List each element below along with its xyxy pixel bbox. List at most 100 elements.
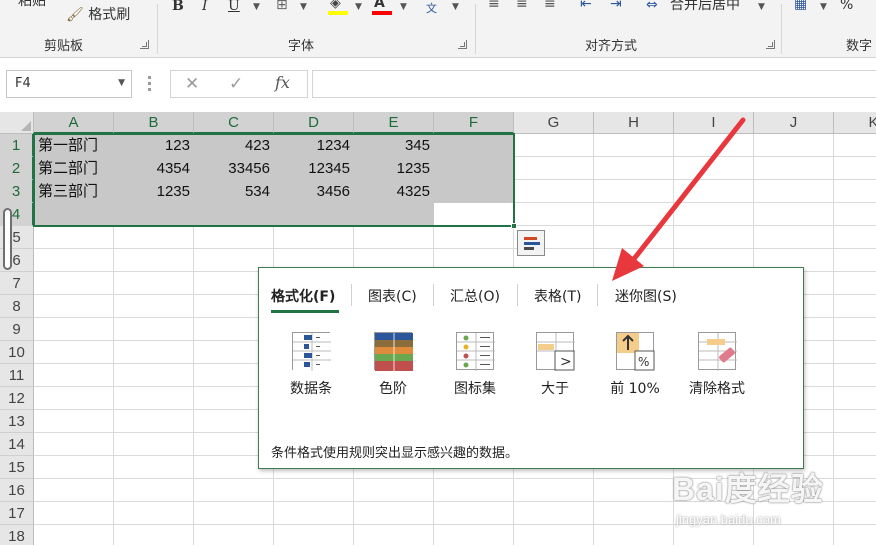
quick-analysis-description: 条件格式使用规则突出显示感兴趣的数据。 — [271, 446, 519, 461]
row-header-8[interactable]: 8 — [0, 295, 34, 318]
name-box[interactable]: F4 ▼ — [6, 70, 132, 98]
clear-format-label: 清除格式 — [689, 381, 745, 397]
ribbon-separator — [781, 4, 782, 54]
watermark-url: jingyan.baidu.com — [676, 512, 781, 527]
enter-icon[interactable]: ✓ — [229, 74, 243, 94]
tab-formatting[interactable]: 格式化(F) — [271, 286, 335, 306]
top-10-percent-label: 前 10% — [610, 381, 660, 397]
color-scale-option[interactable]: 色阶 — [355, 332, 431, 398]
font-color-dropdown-icon[interactable]: ▼ — [400, 2, 407, 12]
row-header-14[interactable]: 14 — [0, 433, 34, 456]
accounting-format-icon[interactable]: ▦ — [794, 0, 807, 13]
name-box-value: F4 — [15, 76, 31, 91]
row-header-1[interactable]: 1 — [0, 134, 34, 157]
name-box-dropdown-icon[interactable]: ▼ — [118, 78, 125, 88]
row-header-16[interactable]: 16 — [0, 479, 34, 502]
insert-function-button[interactable]: fx — [275, 73, 290, 92]
decrease-indent-icon[interactable]: ⇤ — [580, 0, 592, 13]
underline-button[interactable]: U — [228, 0, 240, 15]
greater-than-label: 大于 — [541, 381, 569, 397]
row-header-7[interactable]: 7 — [0, 272, 34, 295]
fill-color-dropdown-icon[interactable]: ▼ — [355, 2, 362, 12]
italic-button[interactable]: I — [202, 0, 208, 15]
column-header-j[interactable]: J — [754, 112, 834, 134]
row-header-17[interactable]: 17 — [0, 502, 34, 525]
color-scale-label: 色阶 — [379, 381, 407, 397]
tab-tables[interactable]: 表格(T) — [534, 286, 581, 306]
column-header-a[interactable]: A — [34, 112, 114, 134]
top-10-percent-option[interactable]: % 前 10% — [597, 332, 673, 398]
bold-button[interactable]: B — [172, 0, 184, 15]
borders-dropdown-icon[interactable]: ▼ — [300, 2, 307, 12]
group-font-label: 字体 — [288, 39, 315, 54]
row-header-13[interactable]: 13 — [0, 410, 34, 433]
row-header-2[interactable]: 2 — [0, 157, 34, 180]
column-header-h[interactable]: H — [594, 112, 674, 134]
row-header-11[interactable]: 11 — [0, 364, 34, 387]
tab-sparklines[interactable]: 迷你图(S) — [615, 286, 677, 306]
column-header-f[interactable]: F — [434, 112, 514, 134]
merge-center-button[interactable]: 合并后居中 — [670, 0, 740, 14]
merge-icon[interactable]: ⇔ — [646, 0, 658, 14]
data-bars-icon — [292, 332, 331, 371]
row-header-12[interactable]: 12 — [0, 387, 34, 410]
group-number-label: 数字 — [846, 39, 873, 54]
column-header-k[interactable]: K — [834, 112, 876, 134]
formula-bar: F4 ▼ ✕ ✓ fx — [0, 58, 876, 110]
borders-icon[interactable]: ⊞ — [276, 0, 288, 14]
underline-dropdown-icon[interactable]: ▼ — [253, 2, 260, 12]
scroll-thumb[interactable] — [3, 208, 12, 270]
row-header-3[interactable]: 3 — [0, 180, 34, 203]
merge-dropdown-icon[interactable]: ▼ — [758, 2, 765, 12]
ribbon-separator — [475, 4, 476, 54]
font-launcher-icon[interactable] — [458, 40, 467, 49]
quick-analysis-panel: 格式化(F) 图表(C) 汇总(O) 表格(T) 迷你图(S) 数据条 色阶 图… — [258, 267, 804, 469]
selection-border — [33, 133, 515, 227]
greater-than-option[interactable]: > 大于 — [517, 332, 593, 398]
formula-input[interactable] — [312, 70, 876, 98]
column-header-d[interactable]: D — [274, 112, 354, 134]
data-bars-option[interactable]: 数据条 — [273, 332, 349, 398]
alignment-launcher-icon[interactable] — [766, 40, 775, 49]
align-left-icon[interactable]: ≡ — [488, 0, 500, 13]
cancel-icon[interactable]: ✕ — [185, 74, 199, 94]
column-header-b[interactable]: B — [114, 112, 194, 134]
clipboard-launcher-icon[interactable] — [140, 40, 149, 49]
column-header-e[interactable]: E — [354, 112, 434, 134]
column-header-i[interactable]: I — [674, 112, 754, 134]
align-center-icon[interactable]: ≡ — [516, 0, 528, 13]
quick-analysis-icon — [524, 237, 537, 240]
paste-button[interactable]: 粘贴 — [18, 0, 46, 10]
fill-handle[interactable] — [511, 223, 517, 229]
icon-set-label: 图标集 — [454, 381, 496, 397]
row-header-15[interactable]: 15 — [0, 456, 34, 479]
select-all-button[interactable] — [0, 112, 34, 134]
quick-analysis-icon-bar — [524, 242, 540, 245]
active-tab-indicator — [271, 310, 339, 313]
tab-charts[interactable]: 图表(C) — [368, 286, 417, 306]
row-header-9[interactable]: 9 — [0, 318, 34, 341]
svg-text:>: > — [560, 354, 572, 370]
quick-analysis-icon-bar — [524, 247, 534, 250]
phonetic-button[interactable]: 文 — [426, 0, 437, 18]
quick-analysis-button[interactable] — [517, 230, 545, 256]
increase-indent-icon[interactable]: ⇥ — [610, 0, 622, 13]
brush-icon: 🖌 — [66, 7, 84, 23]
row-header-18[interactable]: 18 — [0, 525, 34, 545]
accounting-dropdown-icon[interactable]: ▼ — [820, 2, 827, 12]
greater-than-icon: > — [536, 332, 575, 371]
phonetic-dropdown-icon[interactable]: ▼ — [452, 2, 459, 12]
row-header-10[interactable]: 10 — [0, 341, 34, 364]
formula-bar-grip-icon[interactable] — [148, 76, 151, 92]
clear-format-option[interactable]: 清除格式 — [679, 332, 755, 398]
data-bars-label: 数据条 — [290, 381, 332, 397]
column-header-c[interactable]: C — [194, 112, 274, 134]
tab-separator — [517, 284, 518, 306]
percent-button[interactable]: % — [840, 0, 853, 14]
icon-set-option[interactable]: 图标集 — [437, 332, 513, 398]
column-header-g[interactable]: G — [514, 112, 594, 134]
format-painter-button[interactable]: 🖌 格式刷 — [66, 6, 130, 24]
gridline-horizontal — [34, 248, 876, 249]
tab-totals[interactable]: 汇总(O) — [450, 286, 500, 306]
align-right-icon[interactable]: ≡ — [544, 0, 556, 13]
